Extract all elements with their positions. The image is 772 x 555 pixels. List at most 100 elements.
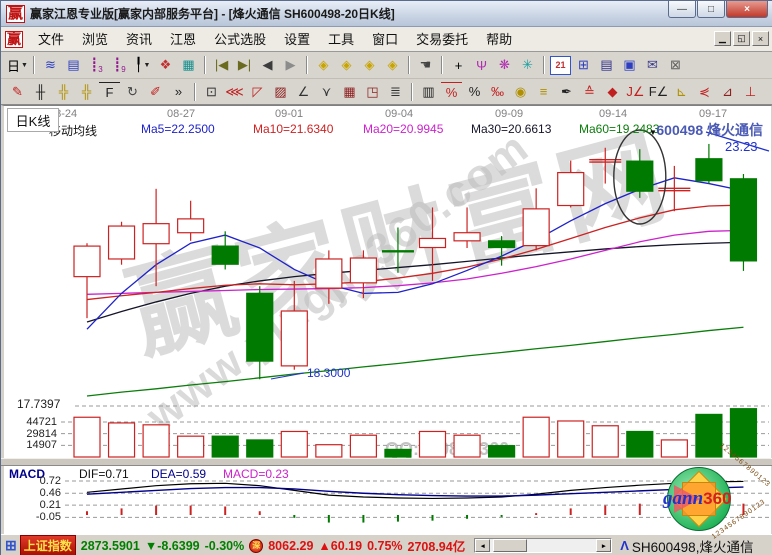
menu-formula-stock-pick[interactable]: 公式选股 (205, 30, 275, 49)
gold-band-icon[interactable]: ◆ (602, 82, 623, 101)
notebook-icon[interactable]: ▤ (596, 56, 617, 75)
angle-j-icon[interactable]: J∠ (625, 82, 646, 101)
toolbar-separator (33, 56, 35, 74)
color-chart-icon[interactable]: ▦ (178, 56, 199, 75)
current-symbol-label: SH600498,烽火通信 (632, 536, 754, 555)
prev-page-button[interactable]: ◀ (257, 56, 278, 75)
menu-browse[interactable]: 浏览 (73, 30, 117, 49)
maximize-button[interactable]: □ (697, 1, 725, 18)
sz-index-change: ▲60.19 (318, 539, 362, 553)
angle-gold-icon[interactable]: ⊾ (671, 82, 692, 101)
sh-index-change: ▼-8.6399 (145, 539, 200, 553)
mind-map-icon[interactable]: ✳ (517, 56, 538, 75)
measure-pen-icon[interactable]: ✐ (145, 82, 166, 101)
candle-style-select[interactable]: ╿▼ (132, 56, 153, 75)
scroll-left-icon[interactable]: ◂ (475, 539, 490, 552)
parallel-lines-icon[interactable]: ≣ (385, 82, 406, 101)
ma-label: Ma5=22.2500 (141, 122, 215, 136)
quote-board-icon[interactable]: ▤ (63, 56, 84, 75)
angle-four-icon[interactable]: ⊥ (740, 82, 761, 101)
menu-trade-entrust[interactable]: 交易委托 (407, 30, 477, 49)
macd-dea-value: DEA=0.59 (151, 467, 206, 481)
fan-box-icon[interactable]: ◸ (247, 82, 268, 101)
ray-box-icon[interactable]: ▨ (270, 82, 291, 101)
grid-arrow-icon[interactable]: ◳ (362, 82, 383, 101)
mail-icon[interactable]: ✉ (642, 56, 663, 75)
gold-section-icon[interactable]: ╬ (76, 82, 97, 101)
menu-news[interactable]: 资讯 (117, 30, 161, 49)
menu-window[interactable]: 窗口 (363, 30, 407, 49)
scrollbar-track[interactable] (527, 539, 596, 552)
percent-icon[interactable]: % (464, 82, 485, 101)
quote-grid-icon[interactable]: ⊞ (5, 537, 17, 554)
toolbar-separator (411, 83, 413, 101)
scrollbar-thumb[interactable] (493, 539, 527, 552)
gann-circle-icon[interactable]: ◈ (382, 56, 403, 75)
spiral-icon[interactable]: ↻ (122, 82, 143, 101)
range-stats-icon[interactable]: Ψ (471, 56, 492, 75)
gold-lines-icon[interactable]: ≡ (533, 82, 554, 101)
wave-channel-icon[interactable]: ≙ (579, 82, 600, 101)
wave-line-icon[interactable]: ⋎ (316, 82, 337, 101)
mark-flower-icon[interactable]: ❋ (494, 56, 515, 75)
calculator-icon[interactable]: ⊞ (573, 56, 594, 75)
menu-settings[interactable]: 设置 (275, 30, 319, 49)
gold-coin-icon[interactable]: ◉ (510, 82, 531, 101)
mdi-restore-button[interactable]: ◱ (733, 31, 750, 46)
history-scrollbar[interactable]: ◂ ▸ (474, 538, 612, 553)
gold-grid-icon[interactable]: ╬ (53, 82, 74, 101)
angle-retrace-icon[interactable]: ⋞ (694, 82, 715, 101)
draw-pen-icon[interactable]: ✎ (7, 82, 28, 101)
calendar-icon[interactable]: 21 (550, 56, 571, 75)
minimize-button[interactable]: — (668, 1, 696, 18)
menu-tools[interactable]: 工具 (319, 30, 363, 49)
permille-icon[interactable]: ‰ (487, 82, 508, 101)
minute-9-chart-icon[interactable]: ┋9 (109, 56, 130, 75)
last-page-button[interactable]: ▶| (234, 56, 255, 75)
box-grid-icon[interactable]: ⊡ (201, 82, 222, 101)
macd-scale-label: 0.46 (9, 487, 61, 499)
bar-stats-icon[interactable]: ▥ (418, 82, 439, 101)
toolbar-separator (408, 56, 410, 74)
menu-gann[interactable]: 江恩 (161, 30, 205, 49)
flag-pen-icon[interactable]: ✒ (556, 82, 577, 101)
dense-grid-icon[interactable]: ▦ (339, 82, 360, 101)
first-page-button[interactable]: |◀ (211, 56, 232, 75)
gann-square-icon[interactable]: ◈ (313, 56, 334, 75)
sz-index-value: 8062.29 (268, 539, 313, 553)
gann-fan-icon[interactable]: ⋘ (224, 82, 245, 101)
save-icon[interactable]: ▣ (619, 56, 640, 75)
shanghai-index-badge[interactable]: 上证指数 (20, 535, 76, 555)
print-icon[interactable]: ⊠ (665, 56, 686, 75)
pattern-view-icon[interactable]: ❖ (155, 56, 176, 75)
percent-line-icon[interactable]: % (441, 82, 462, 101)
kline-period-select[interactable]: 日▼ (7, 56, 28, 75)
fib-grid-icon[interactable]: F (99, 82, 120, 101)
crosshair-icon[interactable]: + (448, 56, 469, 75)
angle-box-icon[interactable]: ⊿ (717, 82, 738, 101)
ma-label: Ma10=21.6340 (253, 122, 333, 136)
zigzag-overlay-icon[interactable]: ≋ (40, 56, 61, 75)
grid-ruler-icon[interactable]: ╫ (30, 82, 51, 101)
app-logo-small-icon: 赢 (5, 31, 23, 48)
kline-pane-tab[interactable]: 日K线 (7, 108, 59, 132)
shenzhen-index-icon[interactable]: 深 (249, 539, 263, 553)
macd-dif-value: DIF=0.71 (79, 467, 129, 481)
ma-label: Ma60=19.2483 (579, 122, 659, 136)
x-axis-label: 09-09 (495, 108, 523, 120)
angle-line-icon[interactable]: ∠ (293, 82, 314, 101)
scroll-right-icon[interactable]: ▸ (596, 539, 611, 552)
menu-help[interactable]: 帮助 (477, 30, 521, 49)
gann-wheel-icon[interactable]: ◈ (359, 56, 380, 75)
gann-hexagon-icon[interactable]: ◈ (336, 56, 357, 75)
mdi-close-button[interactable]: × (752, 31, 769, 46)
next-page-button[interactable]: ▶ (280, 56, 301, 75)
pan-hand-icon[interactable]: ☚ (415, 56, 436, 75)
mdi-minimize-button[interactable]: ▁ (714, 31, 731, 46)
more-tools-button[interactable]: » (168, 82, 189, 101)
close-button[interactable]: × (726, 1, 768, 18)
window-title: 赢家江恩专业版[赢家内部服务平台] - [烽火通信 SH600498-20日K线… (30, 5, 395, 22)
menu-file[interactable]: 文件 (29, 30, 73, 49)
angle-f-icon[interactable]: F∠ (648, 82, 669, 101)
minute-3-chart-icon[interactable]: ┋3 (86, 56, 107, 75)
